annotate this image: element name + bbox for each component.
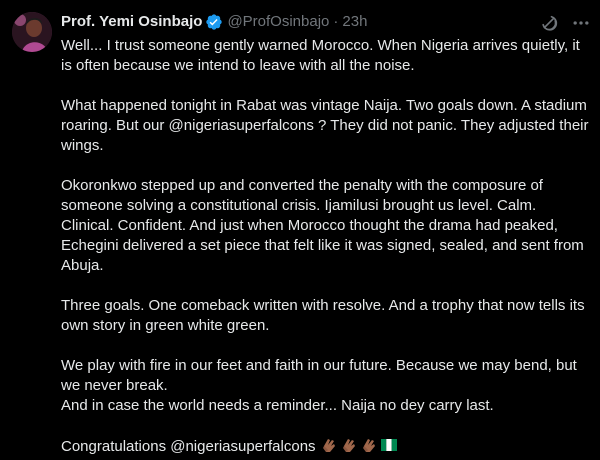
clapping-hands-icon [340,436,358,454]
tweet-paragraph: What happened tonight in Rabat was vinta… [61,96,589,156]
timestamp[interactable]: 23h [342,12,367,32]
grok-icon[interactable] [538,12,560,34]
congratulations-line[interactable]: Congratulations @nigeriasuperfalcons [61,438,316,455]
tweet-paragraph: Well... I trust someone gently warned Mo… [61,36,589,76]
tweet-paragraph: We play with fire in our feet and faith … [61,356,589,416]
emoji-group [320,436,398,454]
tweet-actions [538,12,592,34]
clapping-hands-icon [320,436,338,454]
paragraph-line: What happened tonight in Rabat was vinta… [61,97,589,154]
paragraph-line: Three goals. One comeback written with r… [61,297,585,334]
nigeria-flag-icon [380,436,398,454]
author-handle[interactable]: @ProfOsinbajo [227,12,329,32]
avatar[interactable] [12,12,52,52]
paragraph-line: Well... I trust someone gently warned Mo… [61,37,580,74]
more-icon[interactable] [570,12,592,34]
paragraph-line: We play with fire in our feet and faith … [61,357,577,394]
tweet-paragraph: Congratulations @nigeriasuperfalcons [61,436,589,457]
clapping-hands-icon [360,436,378,454]
tweet-paragraph: Okoronkwo stepped up and converted the p… [61,176,589,276]
avatar-photo [12,12,52,52]
paragraph-line: And in case the world needs a reminder..… [61,397,494,414]
author-name[interactable]: Prof. Yemi Osinbajo [61,12,202,32]
tweet-text: Well... I trust someone gently warned Mo… [61,36,589,457]
tweet-paragraph: Three goals. One comeback written with r… [61,296,589,336]
separator-dot: · [333,13,339,30]
paragraph-line: Okoronkwo stepped up and converted the p… [61,177,584,274]
tweet: Prof. Yemi Osinbajo @ProfOsinbajo · 23h [0,0,600,460]
verified-badge-icon [205,13,223,31]
tweet-header: Prof. Yemi Osinbajo @ProfOsinbajo · 23h [61,12,367,32]
